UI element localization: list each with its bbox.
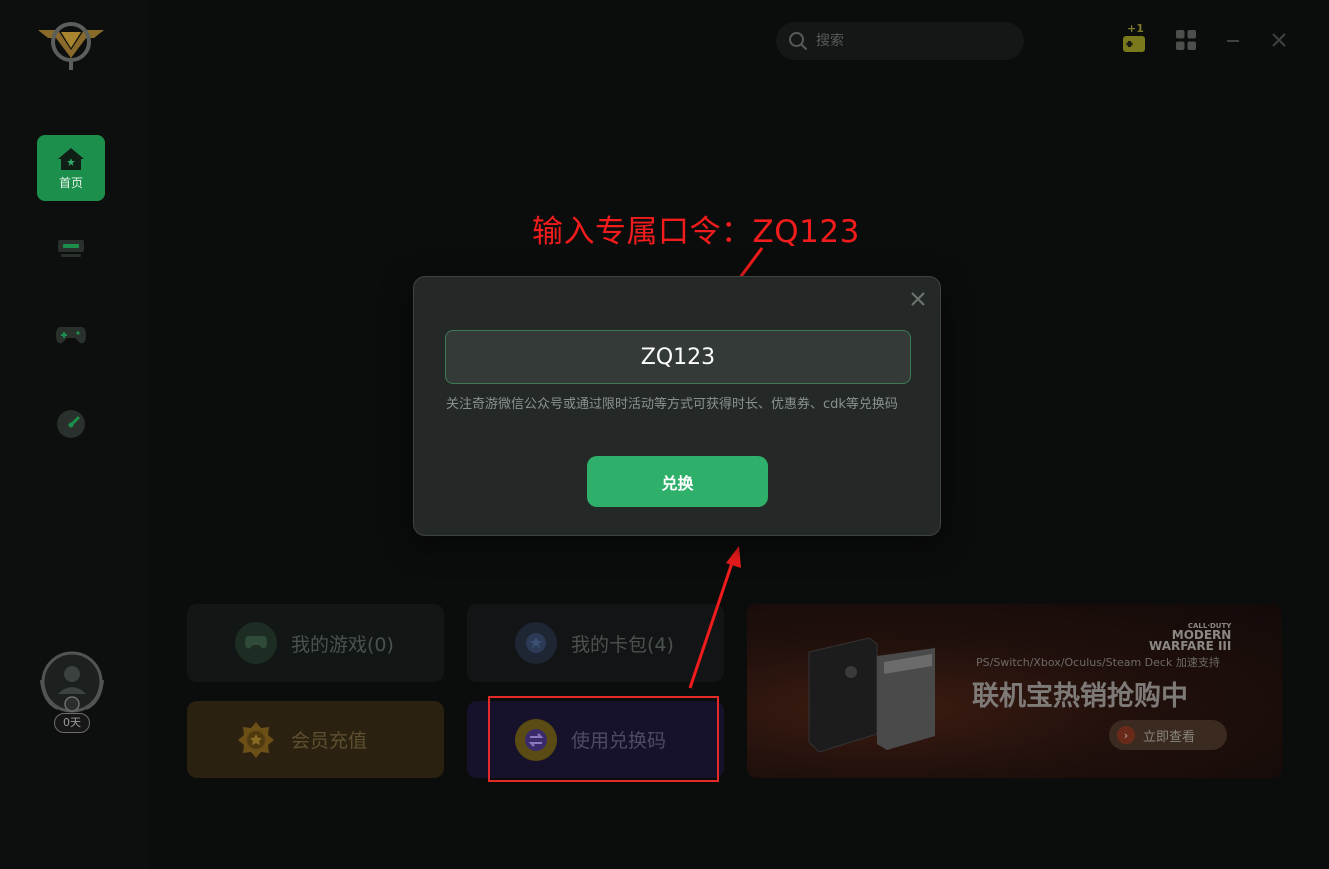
- promo-banner[interactable]: CALL·DUTY MODERN WARFARE III PS/Switch/X…: [747, 604, 1282, 778]
- gift-button[interactable]: +1: [1118, 20, 1152, 56]
- my-games-label: 我的游戏(0): [291, 633, 394, 656]
- arrow-head-up: [726, 546, 741, 568]
- search-input[interactable]: [816, 33, 996, 49]
- redeem-code-input[interactable]: [445, 330, 911, 384]
- chevron-right-icon: ›: [1117, 726, 1135, 744]
- search-icon: [789, 32, 807, 50]
- close-icon: [1272, 33, 1286, 47]
- minimize-button[interactable]: [1224, 30, 1242, 50]
- banner-title: 联机宝热销抢购中: [972, 681, 1188, 712]
- controller-icon: [235, 622, 277, 664]
- nav-home-label: 首页: [58, 175, 83, 190]
- brand-line-3: WARFARE III: [1149, 639, 1232, 653]
- close-icon: [911, 292, 925, 306]
- my-cards-label: 我的卡包(4): [571, 633, 674, 656]
- redeem-code-dialog: 关注奇游微信公众号或通过限时活动等方式可获得时长、优惠券、cdk等兑换码 兑换: [413, 276, 941, 536]
- vip-recharge-label: 会员充值: [291, 730, 368, 752]
- gamepad-icon: [56, 327, 86, 344]
- nav-games[interactable]: [37, 302, 105, 368]
- app-logo: [36, 12, 106, 72]
- card-wallet-icon: [515, 622, 557, 664]
- redeem-button[interactable]: 兑换: [587, 456, 768, 507]
- minimize-icon: [1227, 40, 1239, 42]
- sidebar: 首页 0天: [0, 0, 148, 869]
- gift-badge: +1: [1127, 22, 1144, 35]
- view-now-button[interactable]: › 立即查看: [1109, 720, 1227, 750]
- banner-subtitle: PS/Switch/Xbox/Oculus/Steam Deck 加速支持: [976, 656, 1220, 669]
- my-cards-card[interactable]: 我的卡包(4): [467, 604, 724, 682]
- my-games-card[interactable]: 我的游戏(0): [187, 604, 444, 682]
- speedometer-icon: [57, 410, 85, 438]
- vip-crown-icon: [235, 719, 277, 761]
- nav-home[interactable]: 首页: [37, 135, 105, 201]
- modern-warfare-logo: CALL·DUTY MODERN WARFARE III: [1149, 622, 1231, 652]
- console-device-icon: [58, 240, 84, 257]
- dialog-close-button[interactable]: [908, 289, 928, 309]
- nav-devices[interactable]: [37, 216, 105, 282]
- gift-icon: +1: [1123, 22, 1145, 52]
- nav-speedtest[interactable]: [37, 391, 105, 457]
- redeem-hint-text: 关注奇游微信公众号或通过限时活动等方式可获得时长、优惠券、cdk等兑换码: [446, 397, 898, 412]
- apps-button[interactable]: [1174, 28, 1198, 52]
- device-product-image: [808, 637, 935, 753]
- view-now-label: 立即查看: [1143, 729, 1196, 745]
- apps-grid-icon: [1176, 30, 1196, 50]
- vip-recharge-card[interactable]: 会员充值: [187, 701, 444, 778]
- membership-days-badge: 0天: [54, 713, 90, 733]
- instruction-annotation: 输入专属口令：ZQ123: [532, 214, 860, 250]
- search-bar[interactable]: [776, 22, 1024, 60]
- highlight-box: [488, 696, 719, 782]
- home-icon: [58, 147, 84, 170]
- window-close-button[interactable]: [1270, 31, 1288, 49]
